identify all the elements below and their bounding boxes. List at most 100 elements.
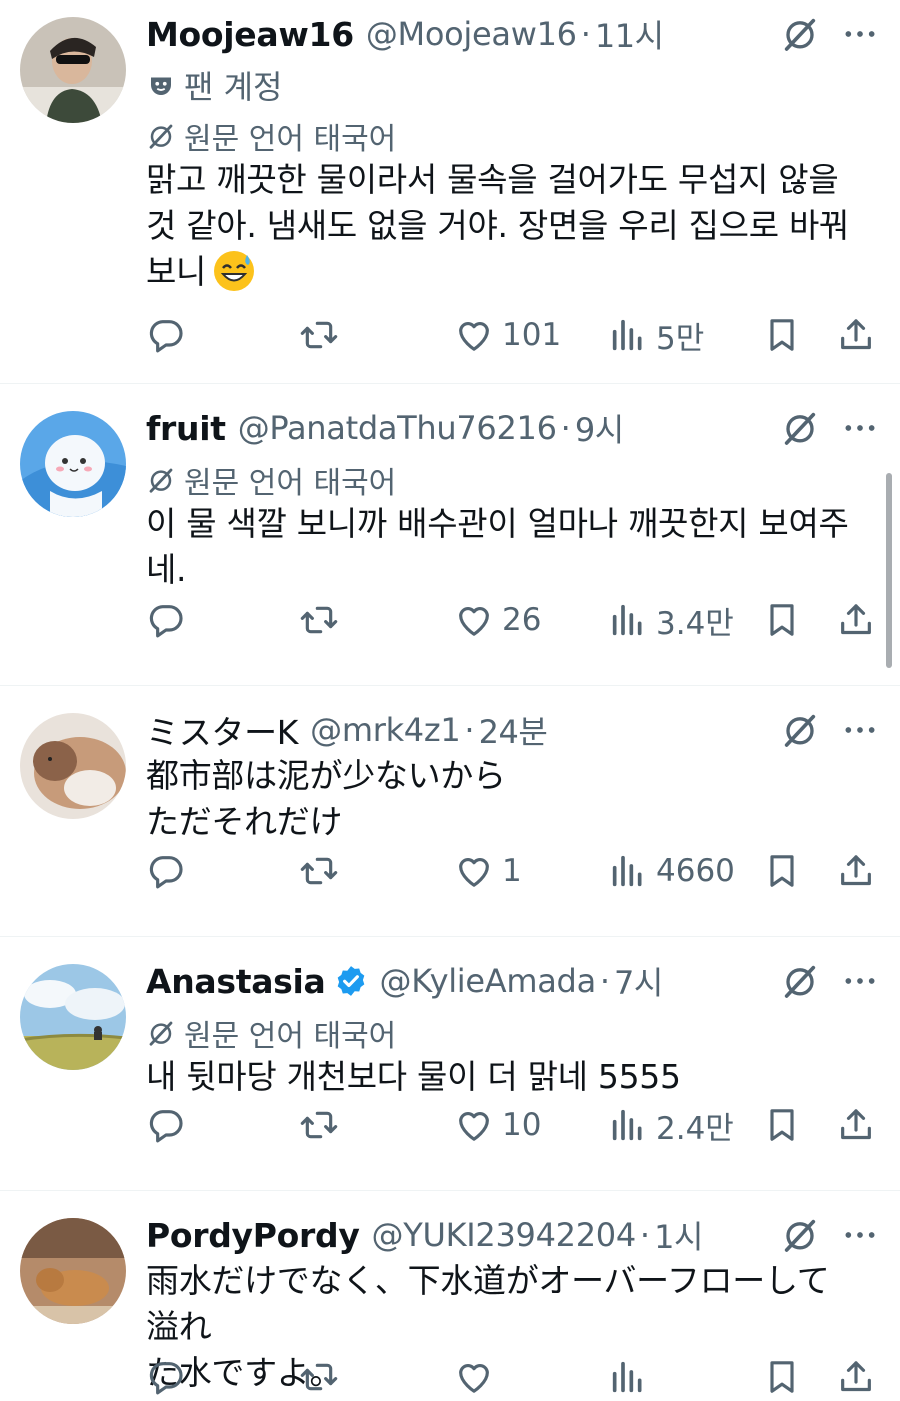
- repost-arrows-icon: [299, 851, 339, 891]
- repost-arrows-icon: [299, 1357, 339, 1397]
- repost-arrows-icon: [299, 600, 339, 640]
- bookmark-button[interactable]: [762, 1101, 802, 1149]
- display-name[interactable]: ミスターK: [146, 706, 298, 754]
- reply-button[interactable]: [146, 847, 186, 895]
- grok-slash-circle-icon[interactable]: [780, 1215, 820, 1255]
- repost-button[interactable]: [299, 311, 339, 359]
- bookmark-button[interactable]: [762, 847, 802, 895]
- share-upload-icon: [836, 1357, 876, 1397]
- avatar[interactable]: [20, 713, 126, 819]
- header-actions: [780, 1215, 880, 1255]
- bookmark-icon: [762, 851, 802, 891]
- translation-text[interactable]: 원문 언어 태국어: [184, 458, 396, 502]
- more-horizontal-icon[interactable]: [840, 14, 880, 54]
- handle[interactable]: @YUKI23942204: [372, 1216, 637, 1254]
- timestamp[interactable]: 11시: [595, 11, 664, 57]
- bookmark-icon: [762, 315, 802, 355]
- like-button[interactable]: [454, 1353, 494, 1401]
- share-button[interactable]: [836, 596, 876, 644]
- scrollbar[interactable]: [886, 473, 892, 668]
- tweet-text: 都市部は泥が少ないから ただそれだけ: [146, 753, 860, 845]
- avatar[interactable]: [20, 1218, 126, 1324]
- repost-arrows-icon: [299, 315, 339, 355]
- tweet-text-line: 보니: [146, 249, 860, 295]
- avatar[interactable]: [20, 964, 126, 1070]
- handle[interactable]: @KylieAmada: [380, 962, 597, 1000]
- translation-note[interactable]: 원문 언어 태국어: [146, 1011, 396, 1055]
- avatar[interactable]: [20, 411, 126, 517]
- repost-button[interactable]: [299, 596, 339, 644]
- translation-text[interactable]: 원문 언어 태국어: [184, 114, 396, 158]
- tweet-2[interactable]: fruit @PanatdaThu76216 · 9시 원문 언어 태국어 이 …: [0, 384, 900, 686]
- more-horizontal-icon[interactable]: [840, 1215, 880, 1255]
- reply-button[interactable]: [146, 1353, 186, 1401]
- tweet-5[interactable]: PordyPordy @YUKI23942204 · 1시 雨水だけでなく、下水…: [0, 1191, 900, 1387]
- like-button[interactable]: 10: [454, 1101, 541, 1149]
- more-horizontal-icon[interactable]: [840, 408, 880, 448]
- header-actions: [780, 408, 880, 448]
- views-button[interactable]: [608, 1353, 648, 1401]
- display-name[interactable]: PordyPordy: [146, 1216, 360, 1255]
- timestamp[interactable]: 1시: [654, 1212, 703, 1258]
- tweet-header: ミスターK @mrk4z1 · 24분: [146, 707, 880, 753]
- grok-slash-circle-icon[interactable]: [780, 408, 820, 448]
- display-name[interactable]: Anastasia: [146, 962, 326, 1001]
- timestamp[interactable]: 9시: [575, 405, 624, 451]
- translation-note[interactable]: 원문 언어 태국어: [146, 458, 396, 502]
- share-button[interactable]: [836, 847, 876, 895]
- fan-account-label: 팬 계정: [146, 62, 283, 108]
- tweet-4[interactable]: Anastasia @KylieAmada · 7시 원문 언어 태국어 내 뒷…: [0, 937, 900, 1191]
- repost-button[interactable]: [299, 1101, 339, 1149]
- handle[interactable]: @Moojeaw16: [366, 15, 577, 53]
- timestamp[interactable]: 7시: [614, 958, 663, 1004]
- views-button[interactable]: 3.4만: [608, 596, 734, 644]
- repost-button[interactable]: [299, 847, 339, 895]
- reply-button[interactable]: [146, 311, 186, 359]
- handle[interactable]: @PanatdaThu76216: [238, 409, 557, 447]
- separator-dot: ·: [580, 15, 591, 53]
- more-horizontal-icon[interactable]: [840, 710, 880, 750]
- like-button[interactable]: 1: [454, 847, 522, 895]
- translation-text[interactable]: 원문 언어 태국어: [184, 1011, 396, 1055]
- grok-slash-circle-icon[interactable]: [780, 961, 820, 1001]
- tweet-text-line: 都市部は泥が少ないから: [146, 756, 506, 795]
- avatar[interactable]: [20, 17, 126, 123]
- view-count: 2.4만: [656, 1110, 734, 1147]
- handle[interactable]: @mrk4z1: [310, 711, 461, 749]
- heart-icon: [454, 1105, 494, 1145]
- more-horizontal-icon[interactable]: [840, 961, 880, 1001]
- share-button[interactable]: [836, 1101, 876, 1149]
- like-button[interactable]: 101: [454, 311, 561, 359]
- grok-slash-circle-icon[interactable]: [780, 710, 820, 750]
- fan-account-text: 팬 계정: [184, 68, 283, 106]
- reply-bubble-icon: [146, 1105, 186, 1145]
- verified-badge-icon[interactable]: [334, 964, 368, 998]
- display-name[interactable]: fruit: [146, 409, 226, 448]
- tweet-1[interactable]: Moojeaw16 @Moojeaw16 · 11시 팬 계정 원문 언어 태국…: [0, 0, 900, 384]
- repost-button[interactable]: [299, 1353, 339, 1401]
- translation-note[interactable]: 원문 언어 태국어: [146, 114, 396, 158]
- bar-chart-icon: [608, 851, 648, 891]
- views-button[interactable]: 4660: [608, 847, 735, 895]
- grok-slash-circle-icon[interactable]: [780, 14, 820, 54]
- separator-dot: ·: [464, 711, 475, 749]
- bookmark-button[interactable]: [762, 311, 802, 359]
- display-name[interactable]: Moojeaw16: [146, 15, 354, 54]
- tweet-3[interactable]: ミスターK @mrk4z1 · 24분 都市部は泥が少ないから ただそれだけ 1…: [0, 686, 900, 937]
- bookmark-button[interactable]: [762, 596, 802, 644]
- like-button[interactable]: 26: [454, 596, 541, 644]
- share-button[interactable]: [836, 311, 876, 359]
- views-button[interactable]: 2.4만: [608, 1101, 734, 1149]
- reply-button[interactable]: [146, 596, 186, 644]
- tweet-text-line: 맑고 깨끗한 물이라서 물속을 걸어가도 무섭지 않을: [146, 160, 839, 199]
- heart-icon: [454, 315, 494, 355]
- timestamp[interactable]: 24분: [479, 707, 548, 753]
- view-count: 4660: [656, 853, 735, 889]
- bookmark-button[interactable]: [762, 1353, 802, 1401]
- views-button[interactable]: 5만: [608, 311, 704, 359]
- reply-button[interactable]: [146, 1101, 186, 1149]
- header-actions: [780, 710, 880, 750]
- share-button[interactable]: [836, 1353, 876, 1401]
- heart-icon: [454, 600, 494, 640]
- bar-chart-icon: [608, 600, 648, 640]
